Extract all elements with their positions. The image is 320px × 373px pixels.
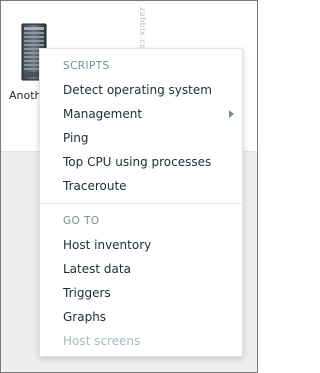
- host-label[interactable]: Anoth: [9, 89, 42, 102]
- menu-item-host-screens: Host screens: [63, 334, 141, 348]
- menu-item-top-cpu-processes[interactable]: Top CPU using processes: [40, 151, 242, 173]
- menu-divider: [40, 203, 242, 204]
- menu-item-management-label: Management: [63, 107, 143, 121]
- menu-item-host-inventory[interactable]: Host inventory: [40, 234, 242, 256]
- menu-item-management[interactable]: Management: [40, 103, 242, 125]
- submenu-arrow-icon: [229, 110, 234, 118]
- goto-section-header: GO TO: [63, 215, 100, 227]
- menu-item-ping[interactable]: Ping: [40, 127, 242, 149]
- menu-item-graphs[interactable]: Graphs: [40, 306, 242, 328]
- menu-item-detect-operating-system[interactable]: Detect operating system: [40, 79, 242, 101]
- scripts-section-header: SCRIPTS: [63, 60, 110, 72]
- menu-item-latest-data[interactable]: Latest data: [40, 258, 242, 280]
- menu-item-traceroute[interactable]: Traceroute: [40, 175, 242, 197]
- menu-item-triggers[interactable]: Triggers: [40, 282, 242, 304]
- context-menu: SCRIPTS Detect operating system Manageme…: [39, 48, 243, 357]
- map-viewport: Anoth zabbix.com SCRIPTS Detect operatin…: [0, 0, 258, 373]
